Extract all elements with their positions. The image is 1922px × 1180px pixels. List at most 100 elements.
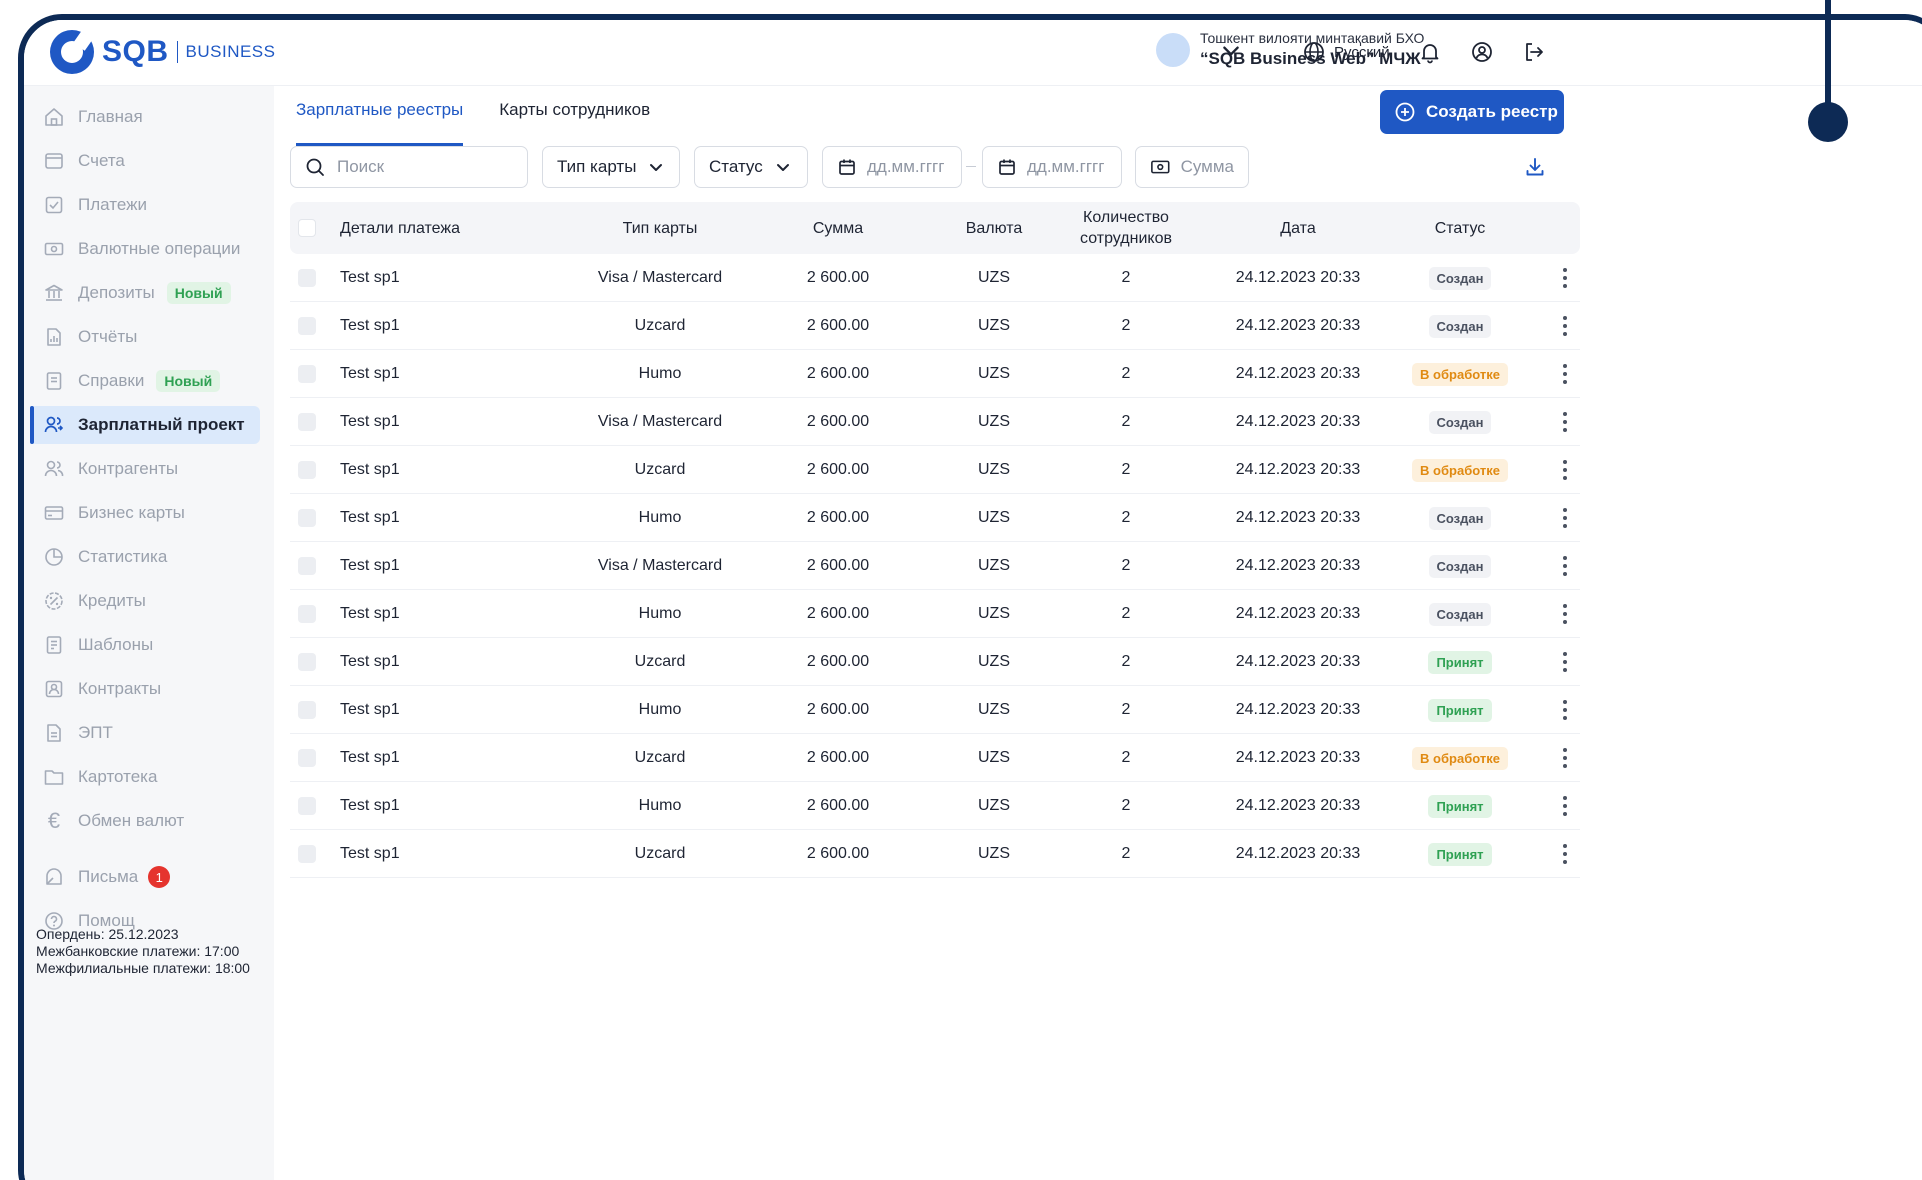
row-actions-cell: [1556, 302, 1574, 350]
row-checkbox[interactable]: [298, 749, 316, 767]
more-vertical-icon[interactable]: [1563, 796, 1567, 816]
sidebar-item-payments[interactable]: Платежи: [30, 186, 260, 224]
chevron-down-icon[interactable]: [1220, 40, 1242, 62]
more-vertical-icon[interactable]: [1563, 316, 1567, 336]
more-vertical-icon[interactable]: [1563, 748, 1567, 768]
logout-icon[interactable]: [1522, 40, 1546, 64]
sidebar-item-ept[interactable]: ЭПТ: [30, 714, 260, 752]
sidebar-item-templates[interactable]: Шаблоны: [30, 626, 260, 664]
status-cell: Принят: [1400, 782, 1520, 830]
employees-cell: 2: [1121, 749, 1131, 766]
status-cell: Создан: [1400, 398, 1520, 446]
more-vertical-icon[interactable]: [1563, 412, 1567, 432]
table-row[interactable]: Test sp1 Uzcard 2 600.00 UZS 2 24.12.2023 20:…: [290, 638, 1580, 686]
tab-employee-cards[interactable]: Карты сотрудников: [499, 96, 650, 146]
amount-cell: 2 600.00: [806, 557, 870, 574]
download-icon[interactable]: [1524, 156, 1546, 178]
more-vertical-icon[interactable]: [1563, 268, 1567, 288]
row-checkbox[interactable]: [298, 845, 316, 863]
interbranch-payments-text: Межфилиальные платежи: 18:00: [36, 960, 250, 976]
sidebar-item-salary-project[interactable]: Зарплатный проект: [30, 406, 260, 444]
employees-cell: 2: [1121, 557, 1131, 574]
more-vertical-icon[interactable]: [1563, 700, 1567, 720]
row-checkbox[interactable]: [298, 365, 316, 383]
row-checkbox[interactable]: [298, 269, 316, 287]
sidebar-item-statistics[interactable]: Статистика: [30, 538, 260, 576]
sidebar-item-home[interactable]: Главная: [30, 98, 260, 136]
table-row[interactable]: Test sp1 Humo 2 600.00 UZS 2 24.12.2023 20:33…: [290, 590, 1580, 638]
sidebar-item-credits[interactable]: Кредиты: [30, 582, 260, 620]
row-checkbox[interactable]: [298, 317, 316, 335]
search-input[interactable]: Поиск: [290, 146, 528, 188]
brand-logo[interactable]: SQB BUSINESS: [50, 30, 276, 74]
row-actions-cell: [1556, 254, 1574, 302]
row-select-cell: [298, 734, 316, 782]
more-vertical-icon[interactable]: [1563, 604, 1567, 624]
employees-cell: 2: [1121, 797, 1131, 814]
date-from-input[interactable]: дд.мм.гггг: [822, 146, 962, 188]
row-checkbox[interactable]: [298, 605, 316, 623]
sidebar-item-business-cards[interactable]: Бизнес карты: [30, 494, 260, 532]
amount-filter[interactable]: Сумма: [1135, 146, 1249, 188]
employees-cell: 2: [1121, 605, 1131, 622]
sidebar-item-deposits[interactable]: Депозиты Новый: [30, 274, 260, 312]
more-vertical-icon[interactable]: [1563, 652, 1567, 672]
status-cell: В обработке: [1400, 446, 1520, 494]
banknote-icon: [1151, 160, 1170, 174]
row-checkbox[interactable]: [298, 557, 316, 575]
table-row[interactable]: Test sp1 Humo 2 600.00 UZS 2 24.12.2023 20:33…: [290, 686, 1580, 734]
top-header: SQB BUSINESS Тошкент вилояти минтақавий …: [24, 20, 1922, 86]
calendar-icon: [999, 159, 1015, 175]
table-row[interactable]: Test sp1 Humo 2 600.00 UZS 2 24.12.2023 20:33…: [290, 494, 1580, 542]
user-profile-icon[interactable]: [1470, 40, 1494, 64]
search-icon: [306, 158, 324, 176]
more-vertical-icon[interactable]: [1563, 364, 1567, 384]
table-row[interactable]: Test sp1 Uzcard 2 600.00 UZS 2 24.12.2023 20:…: [290, 446, 1580, 494]
pie-chart-icon: [42, 545, 66, 569]
date-to-input[interactable]: дд.мм.гггг: [982, 146, 1122, 188]
sidebar-item-reports[interactable]: Отчёты: [30, 318, 260, 356]
sidebar-item-card-index[interactable]: Картотека: [30, 758, 260, 796]
table-row[interactable]: Test sp1 Visa / Mastercard 2 600.00 UZS 2 24.…: [290, 398, 1580, 446]
table-row[interactable]: Test sp1 Visa / Mastercard 2 600.00 UZS 2 24.…: [290, 542, 1580, 590]
date-cell: 24.12.2023 20:33: [1235, 749, 1361, 766]
row-checkbox[interactable]: [298, 413, 316, 431]
table-row[interactable]: Test sp1 Humo 2 600.00 UZS 2 24.12.2023 20:33…: [290, 782, 1580, 830]
row-checkbox[interactable]: [298, 797, 316, 815]
card-type-dropdown[interactable]: Тип карты: [542, 146, 680, 188]
sidebar-item-certificates[interactable]: Справки Новый: [30, 362, 260, 400]
date-to-placeholder: дд.мм.гггг: [1027, 157, 1105, 176]
row-checkbox[interactable]: [298, 509, 316, 527]
row-checkbox[interactable]: [298, 461, 316, 479]
banknote-icon: [42, 237, 66, 261]
sidebar-item-accounts[interactable]: Счета: [30, 142, 260, 180]
sidebar-item-contracts[interactable]: Контракты: [30, 670, 260, 708]
sidebar-item-letters[interactable]: Письма 1: [30, 858, 260, 896]
unread-count-badge: 1: [148, 866, 171, 888]
row-actions-cell: [1556, 542, 1574, 590]
sidebar-item-currency-operations[interactable]: Валютные операции: [30, 230, 260, 268]
select-all-checkbox[interactable]: [298, 219, 316, 237]
more-vertical-icon[interactable]: [1563, 844, 1567, 864]
table-row[interactable]: Test sp1 Uzcard 2 600.00 UZS 2 24.12.2023 20:…: [290, 734, 1580, 782]
bell-icon[interactable]: [1418, 40, 1442, 64]
sidebar-item-currency-exchange[interactable]: € Обмен валют: [30, 802, 260, 840]
more-vertical-icon[interactable]: [1563, 556, 1567, 576]
language-selector[interactable]: Русский: [1302, 40, 1390, 64]
more-vertical-icon[interactable]: [1563, 508, 1567, 528]
more-vertical-icon[interactable]: [1563, 460, 1567, 480]
table-row[interactable]: Test sp1 Uzcard 2 600.00 UZS 2 24.12.2023 20:…: [290, 302, 1580, 350]
card-type-cell: Uzcard: [634, 653, 686, 670]
status-badge: Принят: [1428, 698, 1492, 722]
tab-salary-registers[interactable]: Зарплатные реестры: [296, 96, 464, 146]
row-checkbox[interactable]: [298, 701, 316, 719]
status-dropdown[interactable]: Статус: [694, 146, 808, 188]
table-row[interactable]: Test sp1 Humo 2 600.00 UZS 2 24.12.2023 20:33…: [290, 350, 1580, 398]
table-row[interactable]: Test sp1 Visa / Mastercard 2 600.00 UZS 2 24.…: [290, 254, 1580, 302]
table-row[interactable]: Test sp1 Uzcard 2 600.00 UZS 2 24.12.2023 20:…: [290, 830, 1580, 878]
create-register-button[interactable]: Создать реестр: [1380, 90, 1564, 134]
row-checkbox[interactable]: [298, 653, 316, 671]
card-type-cell: Visa / Mastercard: [597, 413, 723, 430]
sidebar-item-counterparties[interactable]: Контрагенты: [30, 450, 260, 488]
date-cell: 24.12.2023 20:33: [1235, 797, 1361, 814]
